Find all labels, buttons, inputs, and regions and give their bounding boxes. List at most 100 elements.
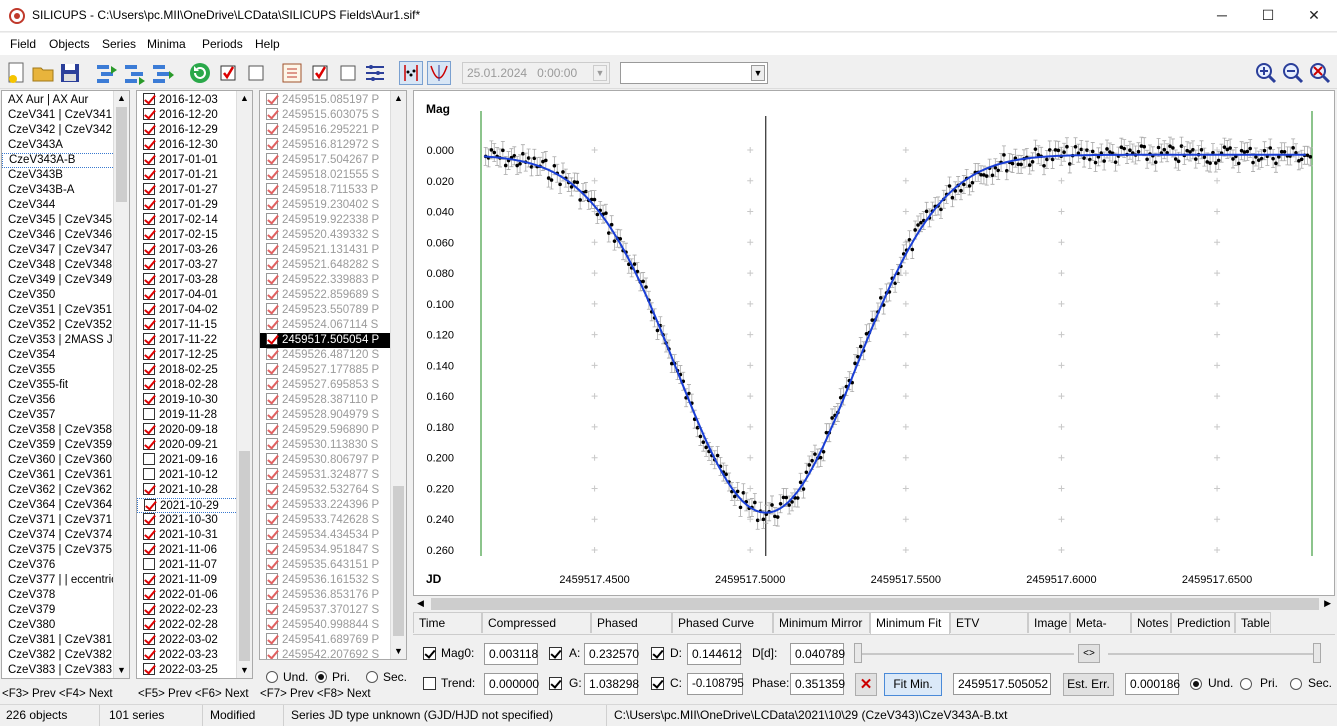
minimum-checkbox[interactable]: [266, 468, 278, 480]
zoom-in-icon[interactable]: [1254, 61, 1278, 85]
scroll-right-icon[interactable]: ▶: [1324, 598, 1331, 609]
object-list-item[interactable]: CzeV364 | CzeV364 |: [2, 498, 129, 513]
minimum-checkbox[interactable]: [266, 603, 278, 615]
minimum-checkbox[interactable]: [266, 333, 278, 345]
object-list-item[interactable]: CzeV355: [2, 363, 129, 378]
series-checkbox[interactable]: [143, 378, 155, 390]
fit-min-button[interactable]: Fit Min.: [884, 673, 942, 696]
minimum-checkbox[interactable]: [266, 138, 278, 150]
minimum-list-item[interactable]: 2459530.806797 P: [260, 453, 406, 468]
sec-radio[interactable]: [1290, 678, 1302, 690]
minimum-checkbox[interactable]: [266, 363, 278, 375]
new-file-icon[interactable]: [5, 61, 29, 85]
minimum-list-item[interactable]: 2459518.711533 P: [260, 183, 406, 198]
series-list-item[interactable]: 2017-12-25: [137, 348, 252, 363]
minimum-list-item[interactable]: 2459533.742628 S: [260, 513, 406, 528]
minimum-list-item[interactable]: 2459517.504267 P: [260, 153, 406, 168]
series-list-item[interactable]: 2018-02-28: [137, 378, 252, 393]
minimum-list-item[interactable]: 2459536.853176 P: [260, 588, 406, 603]
series-checkbox[interactable]: [143, 663, 155, 675]
minimum-checkbox[interactable]: [266, 258, 278, 270]
series-list-item[interactable]: 2016-12-30: [137, 138, 252, 153]
minimum-list-item[interactable]: 2459537.370127 S: [260, 603, 406, 618]
object-list-item[interactable]: CzeV362 | CzeV362: [2, 483, 129, 498]
minimum-checkbox[interactable]: [266, 123, 278, 135]
g-input[interactable]: 1.038298: [584, 673, 639, 695]
series-list-item[interactable]: 2017-04-01: [137, 288, 252, 303]
d-input[interactable]: 0.144612: [687, 643, 742, 665]
minimum-list-item[interactable]: 2459516.812972 S: [260, 138, 406, 153]
menu-help[interactable]: Help: [255, 37, 280, 51]
minimum-checkbox[interactable]: [266, 303, 278, 315]
minimum-checkbox[interactable]: [266, 288, 278, 300]
minimum-list-item[interactable]: 2459517.505054 P: [260, 333, 406, 348]
minimum-checkbox[interactable]: [266, 108, 278, 120]
series-checkbox[interactable]: [143, 273, 155, 285]
object-list-item[interactable]: CzeV342 | CzeV342: [2, 123, 129, 138]
series-mid-icon[interactable]: [123, 61, 147, 85]
series-checkbox[interactable]: [143, 303, 155, 315]
minimum-list-item[interactable]: 2459527.177885 P: [260, 363, 406, 378]
tab-meta-data[interactable]: Meta-Data: [1070, 612, 1131, 650]
minimum-list-item[interactable]: 2459542.207692 S: [260, 648, 406, 659]
series-list-item[interactable]: 2021-10-30: [137, 513, 252, 528]
series-checkbox[interactable]: [143, 528, 155, 540]
series-list-item[interactable]: 2017-01-29: [137, 198, 252, 213]
series-list-item[interactable]: 2017-02-14: [137, 213, 252, 228]
minimum-list-item[interactable]: 2459523.550789 P: [260, 303, 406, 318]
series-checkbox[interactable]: [143, 258, 155, 270]
series-list-item[interactable]: 2022-01-06: [137, 588, 252, 603]
minimum-checkbox[interactable]: [266, 318, 278, 330]
minimum-list-item[interactable]: 2459536.161532 S: [260, 573, 406, 588]
series-list-item[interactable]: 2021-10-29: [137, 498, 252, 513]
series-list-item[interactable]: 2017-03-26: [137, 243, 252, 258]
object-list-item[interactable]: CzeV375 | CzeV375: [2, 543, 129, 558]
minimum-checkbox[interactable]: [266, 558, 278, 570]
object-list-item[interactable]: AX Aur | AX Aur: [2, 93, 129, 108]
minimum-list-item[interactable]: 2459519.230402 S: [260, 198, 406, 213]
minimum-list-item[interactable]: 2459532.532764 S: [260, 483, 406, 498]
series-scrollbar[interactable]: ▼ ▲: [236, 91, 252, 678]
tab-table[interactable]: Table: [1235, 612, 1271, 633]
object-list-item[interactable]: CzeV352 | CzeV352: [2, 318, 129, 333]
series-checkbox[interactable]: [143, 633, 155, 645]
minimum-checkbox[interactable]: [266, 528, 278, 540]
series-list-item[interactable]: 2017-11-15: [137, 318, 252, 333]
scroll-up-icon[interactable]: ▲: [394, 93, 403, 103]
object-list-item[interactable]: CzeV383 | CzeV383: [2, 663, 129, 678]
object-list-item[interactable]: CzeV379: [2, 603, 129, 618]
scroll-left-icon[interactable]: ◀: [417, 598, 424, 609]
minimum-list-item[interactable]: 2459528.904979 S: [260, 408, 406, 423]
series-list-item[interactable]: 2019-10-30: [137, 393, 252, 408]
pri-radio[interactable]: [1240, 678, 1252, 690]
series-list-item[interactable]: 2017-02-15: [137, 228, 252, 243]
check-minima-icon[interactable]: [308, 61, 332, 85]
object-list-item[interactable]: CzeV357: [2, 408, 129, 423]
save-icon[interactable]: [58, 61, 82, 85]
minimum-checkbox[interactable]: [266, 243, 278, 255]
object-list-item[interactable]: CzeV361 | CzeV361: [2, 468, 129, 483]
refresh-icon[interactable]: [188, 61, 212, 85]
minimum-checkbox[interactable]: [266, 618, 278, 630]
minimum-checkbox[interactable]: [266, 153, 278, 165]
mag0-checkbox[interactable]: [423, 647, 436, 660]
series-list-item[interactable]: 2017-01-01: [137, 153, 252, 168]
minimum-fit-chart[interactable]: Mag JD 0.000 0.020 0.040 0.060 0.080 0.100 0.120…: [413, 90, 1335, 596]
scroll-down-icon[interactable]: ▼: [394, 646, 403, 656]
minimum-checkbox[interactable]: [266, 633, 278, 645]
object-list-item[interactable]: CzeV380: [2, 618, 129, 633]
g-checkbox[interactable]: [549, 677, 562, 690]
objects-list[interactable]: AX Aur | AX Aur CzeV341 | CzeV341 CzeV342 …: [1, 90, 130, 679]
series-list-item[interactable]: 2022-03-23: [137, 648, 252, 663]
scroll-up-icon[interactable]: ▲: [240, 93, 249, 103]
series-checkbox[interactable]: [143, 453, 155, 465]
minimum-list-item[interactable]: 2459533.224396 P: [260, 498, 406, 513]
minimum-list-item[interactable]: 2459534.951847 S: [260, 543, 406, 558]
series-list-item[interactable]: 2021-10-31: [137, 528, 252, 543]
menu-minima[interactable]: Minima: [147, 37, 186, 51]
minimum-checkbox[interactable]: [266, 198, 278, 210]
minimum-list-item[interactable]: 2459519.922338 P: [260, 213, 406, 228]
minimum-list-item[interactable]: 2459535.643151 P: [260, 558, 406, 573]
uncheck-all-icon[interactable]: [244, 61, 268, 85]
minimum-list-item[interactable]: 2459522.859689 S: [260, 288, 406, 303]
